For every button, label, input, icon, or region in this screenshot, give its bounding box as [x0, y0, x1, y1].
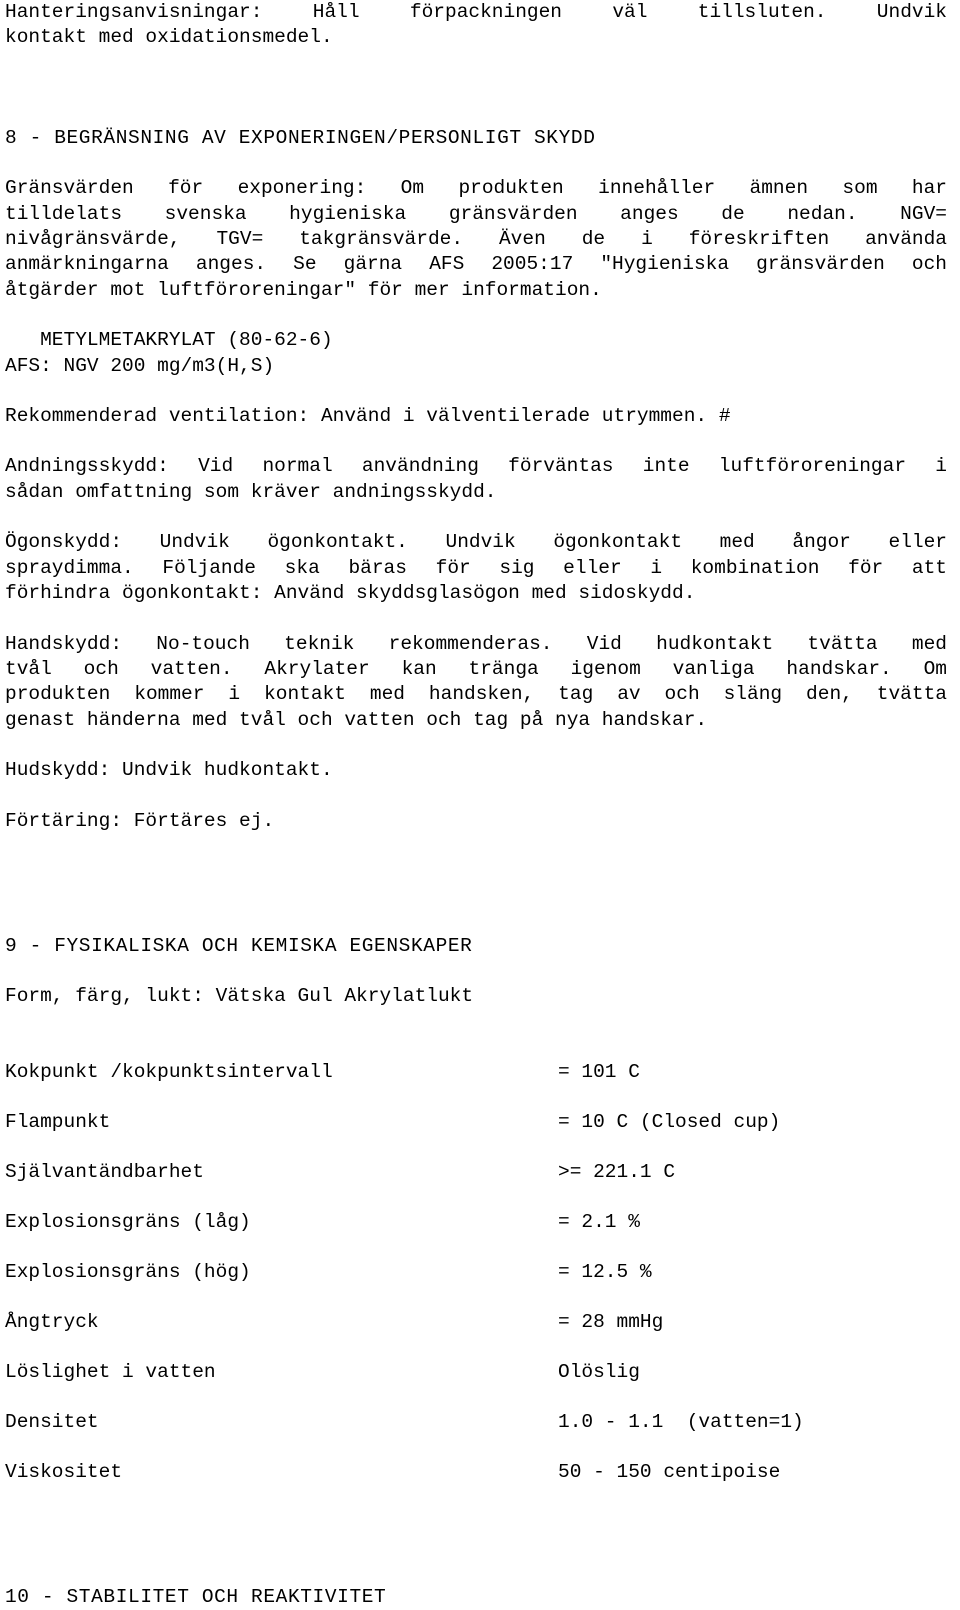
paragraph-line: spraydimma. Följande ska bäras för sig e… [5, 556, 947, 579]
table-row: Densitet 1.0 - 1.1 (vatten=1) [5, 1410, 947, 1460]
table-row: Viskositet 50 - 150 centipoise [5, 1460, 947, 1510]
document-page: Hanteringsanvisningar: Håll förpackninge… [0, 0, 960, 1608]
property-label: Viskositet [5, 1460, 123, 1483]
property-value: = 28 mmHg [558, 1310, 664, 1333]
property-value: = 10 C (Closed cup) [558, 1110, 781, 1133]
ingestion-paragraph: Förtäring: Förtäres ej. [5, 809, 947, 834]
property-label: Densitet [5, 1410, 99, 1433]
section-8-heading: 8 - BEGRÄNSNING AV EXPONERINGEN/PERSONLI… [5, 126, 596, 149]
paragraph-line: tvål och vatten. Akrylater kan tränga ig… [5, 657, 947, 680]
paragraph-line: anmärkningarna anges. Se gärna AFS 2005:… [5, 253, 947, 276]
paragraph-line: nivågränsvärde, TGV= takgränsvärde. Även… [5, 228, 947, 251]
table-row: Flampunkt = 10 C (Closed cup) [5, 1110, 947, 1160]
property-label: Löslighet i vatten [5, 1360, 216, 1383]
section-10-heading: 10 - STABILITET OCH REAKTIVITET [5, 1585, 387, 1608]
paragraph-line: Hanteringsanvisningar: Håll förpackninge… [5, 1, 947, 23]
property-label: Kokpunkt /kokpunktsintervall [5, 1060, 333, 1083]
property-value: = 101 C [558, 1060, 640, 1083]
physical-properties-body: Kokpunkt /kokpunktsintervall = 101 C Fla… [5, 1060, 947, 1510]
paragraph-line: produkten kommer i kontakt med handsken,… [5, 683, 947, 706]
property-value: Olöslig [558, 1360, 640, 1383]
property-value: 1.0 - 1.1 (vatten=1) [558, 1410, 804, 1433]
paragraph-line: Gränsvärden för exponering: Om produkten… [5, 177, 947, 200]
paragraph-line: Handskydd: No-touch teknik rekommenderas… [5, 632, 947, 655]
exposure-limits-paragraph: Gränsvärden för exponering: Om produkten… [5, 176, 947, 303]
respiratory-protection-paragraph: Andningsskydd: Vid normal användning för… [5, 454, 947, 505]
property-value: 50 - 150 centipoise [558, 1460, 781, 1483]
physical-properties-table: Kokpunkt /kokpunktsintervall = 101 C Fla… [5, 1060, 947, 1510]
substance-name: METYLMETAKRYLAT (80-62-6) [5, 329, 333, 352]
table-row: Explosionsgräns (hög) = 12.5 % [5, 1260, 947, 1310]
ventilation-paragraph: Rekommenderad ventilation: Använd i välv… [5, 404, 947, 429]
property-value: = 2.1 % [558, 1210, 640, 1233]
property-label: Självantändbarhet [5, 1160, 204, 1183]
property-label: Flampunkt [5, 1110, 111, 1133]
substance-entry: METYLMETAKRYLAT (80-62-6) AFS: NGV 200 m… [5, 328, 947, 379]
paragraph-line: tilldelats svenska hygieniska gränsvärde… [5, 202, 947, 225]
eye-protection-paragraph: Ögonskydd: Undvik ögonkontakt. Undvik ög… [5, 530, 947, 606]
table-row: Löslighet i vatten Olöslig [5, 1360, 947, 1410]
document-content: Hanteringsanvisningar: Håll förpackninge… [5, 0, 947, 1610]
table-row: Ångtryck = 28 mmHg [5, 1310, 947, 1360]
paragraph-line: Hudskydd: Undvik hudkontakt. [5, 759, 333, 782]
table-row: Explosionsgräns (låg) = 2.1 % [5, 1210, 947, 1260]
paragraph-line: genast händerna med tvål och vatten och … [5, 708, 708, 731]
property-label: Explosionsgräns (hög) [5, 1260, 251, 1283]
section-9-heading: 9 - FYSIKALISKA OCH KEMISKA EGENSKAPER [5, 934, 473, 957]
paragraph-line: kontakt med oxidationsmedel. [5, 26, 333, 49]
property-value: = 12.5 % [558, 1260, 652, 1283]
paragraph-line: Förtäring: Förtäres ej. [5, 809, 275, 832]
paragraph-line: Ögonskydd: Undvik ögonkontakt. Undvik ög… [5, 531, 947, 554]
property-value: >= 221.1 C [558, 1160, 676, 1183]
table-row: Kokpunkt /kokpunktsintervall = 101 C [5, 1060, 947, 1110]
property-label: Ångtryck [5, 1310, 99, 1333]
skin-protection-paragraph: Hudskydd: Undvik hudkontakt. [5, 758, 947, 783]
property-label: Explosionsgräns (låg) [5, 1210, 251, 1233]
substance-afs-limit: AFS: NGV 200 mg/m3(H,S) [5, 354, 275, 377]
paragraph-line: åtgärder mot luftföroreningar" för mer i… [5, 278, 602, 301]
handling-instructions-paragraph: Hanteringsanvisningar: Håll förpackninge… [5, 0, 947, 51]
paragraph-line: sådan omfattning som kräver andningsskyd… [5, 480, 497, 503]
hand-protection-paragraph: Handskydd: No-touch teknik rekommenderas… [5, 632, 947, 734]
paragraph-line: Andningsskydd: Vid normal användning för… [5, 455, 947, 478]
paragraph-line: förhindra ögonkontakt: Använd skyddsglas… [5, 582, 696, 605]
table-row: Självantändbarhet >= 221.1 C [5, 1160, 947, 1210]
paragraph-line: Rekommenderad ventilation: Använd i välv… [5, 405, 731, 428]
form-color-odor-line: Form, färg, lukt: Vätska Gul Akrylatlukt [5, 985, 474, 1008]
